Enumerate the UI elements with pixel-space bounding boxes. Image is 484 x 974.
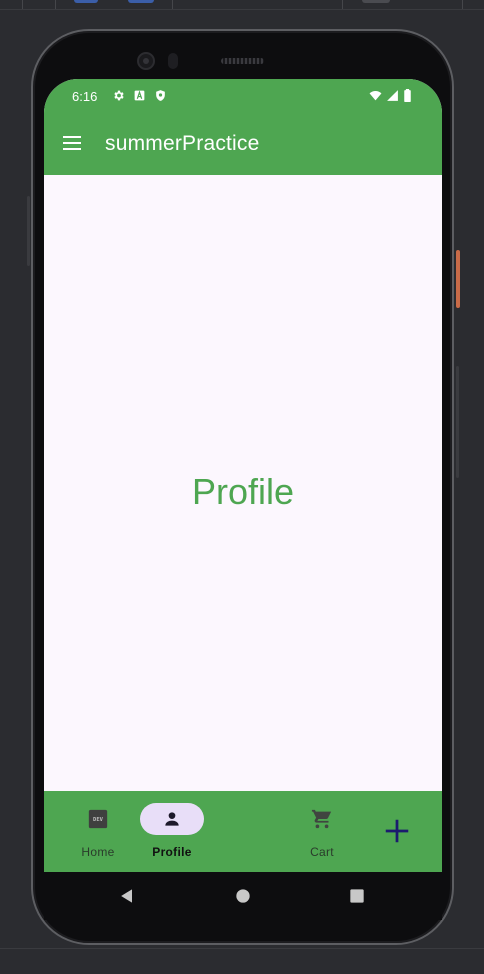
ide-top-strip (0, 0, 484, 10)
recents-icon[interactable] (347, 886, 367, 906)
signal-icon (387, 90, 398, 101)
ide-separator (55, 0, 56, 9)
status-icons-left (112, 89, 167, 102)
screen-label: Profile (191, 471, 295, 512)
ide-toolbar-icon[interactable] (74, 0, 98, 3)
main-content: Profile (44, 175, 442, 791)
app-title: summerPractice (105, 132, 260, 155)
home-circle-icon[interactable] (233, 886, 253, 906)
nav-pill-cart (290, 803, 354, 835)
top-app-bar: summerPractice (44, 113, 442, 175)
nav-item-home[interactable]: DEV Home (60, 791, 136, 872)
ide-separator (462, 0, 463, 9)
dev-icon: DEV (88, 809, 108, 829)
settings-icon (114, 90, 124, 101)
device-side-button (27, 196, 30, 266)
back-icon[interactable] (117, 886, 137, 906)
ide-separator (172, 0, 173, 9)
shield-icon (156, 90, 165, 101)
nav-item-profile[interactable]: Profile (136, 791, 208, 872)
ide-separator (342, 0, 343, 9)
a-badge-icon (134, 90, 145, 101)
ide-separator (22, 0, 23, 9)
svg-text:DEV: DEV (93, 817, 104, 823)
device-screen: 6:16 summerPractice Profile DEV Home Pro… (44, 79, 442, 920)
status-time: 6:16 (72, 89, 98, 104)
volume-button[interactable] (456, 366, 459, 478)
ide-toolbar-icon[interactable] (362, 0, 390, 3)
bottom-navigation-bar: DEV Home Profile Cart (44, 791, 442, 872)
proximity-sensor (168, 53, 178, 69)
status-bar: 6:16 (44, 79, 442, 113)
nav-label-home: Home (81, 845, 115, 859)
nav-label-profile: Profile (152, 845, 192, 859)
earpiece-speaker (221, 58, 264, 64)
nav-label-cart: Cart (310, 845, 334, 859)
nav-pill-profile (140, 803, 204, 835)
wifi-icon (369, 90, 382, 101)
front-camera-icon (137, 52, 155, 70)
ide-bottom-strip (0, 948, 484, 974)
system-navigation-bar (44, 872, 442, 920)
status-icons-right (369, 89, 412, 102)
nav-pill-home: DEV (66, 803, 130, 835)
power-button[interactable] (456, 250, 460, 308)
ide-toolbar-icon[interactable] (128, 0, 154, 3)
nav-item-cart[interactable]: Cart (286, 791, 358, 872)
cart-icon (311, 809, 332, 829)
menu-icon[interactable] (60, 131, 84, 155)
battery-icon (404, 89, 411, 102)
plus-icon[interactable] (382, 816, 412, 846)
person-icon (165, 812, 179, 826)
